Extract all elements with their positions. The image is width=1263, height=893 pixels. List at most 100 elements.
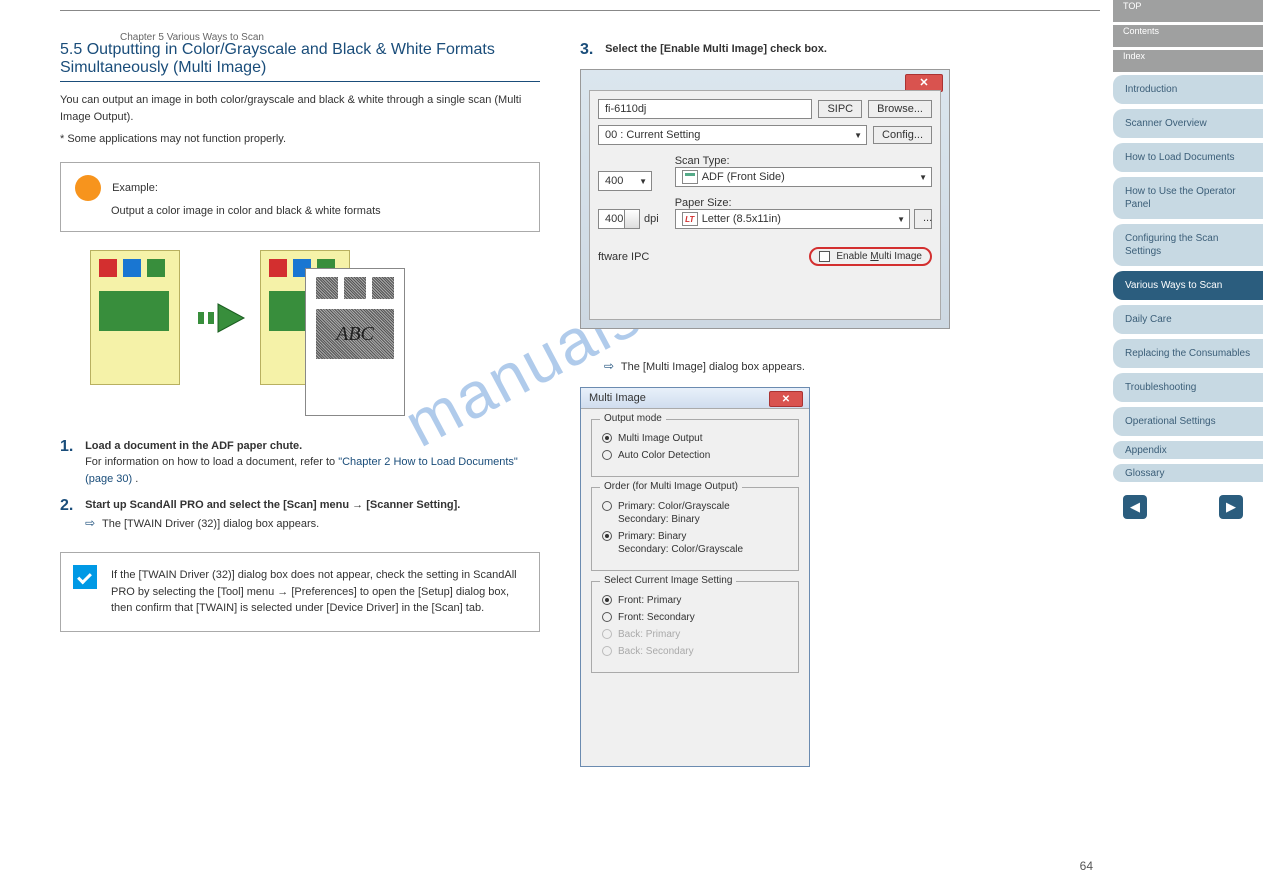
- radio-label: Multi Image Output: [618, 432, 702, 445]
- source-doc-icon: [90, 250, 180, 385]
- radio-label: Back: Primary: [618, 628, 680, 641]
- step-ref-post: .: [135, 473, 138, 485]
- scan-type-dropdown[interactable]: ADF (Front Side): [675, 167, 932, 187]
- step-number: 2.: [60, 497, 82, 515]
- sidebar-item-operational[interactable]: Operational Settings: [1113, 407, 1263, 436]
- scan-type-label: Scan Type:: [675, 155, 932, 167]
- radio-label: Back: Secondary: [618, 645, 694, 658]
- result-arrow-icon: ⇨: [85, 516, 95, 530]
- radio-auto-color-detection[interactable]: [602, 450, 612, 460]
- blue-square-icon: [123, 259, 141, 277]
- prev-page-button[interactable]: ◀: [1123, 495, 1147, 519]
- radio-label: Primary: Color/GrayscaleSecondary: Binar…: [618, 500, 730, 526]
- sidebar-item-various-scan[interactable]: Various Ways to Scan: [1113, 271, 1263, 300]
- sidebar-item-appendix[interactable]: Appendix: [1113, 441, 1263, 459]
- sidebar-tab-top[interactable]: TOP: [1113, 0, 1263, 22]
- step-text: Select the [Enable Multi Image] check bo…: [605, 43, 827, 55]
- enable-multi-image-label: Enable Multi Image: [836, 251, 922, 262]
- note-text: * Some applications may not function pro…: [60, 131, 540, 148]
- section-title: 5.5 Outputting in Color/Grayscale and Bl…: [60, 41, 540, 82]
- enable-multi-image-highlight: Enable Multi Image: [809, 247, 932, 266]
- example-desc: Output a color image in color and black …: [111, 205, 525, 217]
- red-square-icon: [269, 259, 287, 277]
- sidebar-item-glossary[interactable]: Glossary: [1113, 464, 1263, 482]
- group-title: Select Current Image Setting: [600, 575, 736, 586]
- sidebar-item-scan-settings[interactable]: Configuring the Scan Settings: [1113, 224, 1263, 266]
- green-bar-icon: [99, 291, 169, 331]
- setting-dropdown[interactable]: 00 : Current Setting: [598, 125, 867, 145]
- radio-primary-color[interactable]: [602, 501, 612, 511]
- paper-size-dropdown[interactable]: LT Letter (8.5x11in): [675, 209, 910, 229]
- multi-image-diagram: ABC: [90, 250, 540, 420]
- sidebar-item-daily-care[interactable]: Daily Care: [1113, 305, 1263, 334]
- step-1: 1. Load a document in the ADF paper chut…: [60, 438, 540, 488]
- step-ref-pre: For information on how to load a documen…: [85, 456, 338, 468]
- step-3-result: ⇨ The [Multi Image] dialog box appears.: [604, 359, 1060, 373]
- sidebar-item-consumables[interactable]: Replacing the Consumables: [1113, 339, 1263, 368]
- example-box: Example: Output a color image in color a…: [60, 162, 540, 232]
- sidebar-item-troubleshooting[interactable]: Troubleshooting: [1113, 373, 1263, 402]
- scanner-name-field: fi-6110dj: [598, 99, 812, 119]
- paper-more-button[interactable]: ...: [914, 209, 932, 229]
- next-page-button[interactable]: ▶: [1219, 495, 1243, 519]
- sidebar-tab-contents[interactable]: Contents: [1113, 25, 1263, 47]
- sidebar-item-introduction[interactable]: Introduction: [1113, 75, 1263, 104]
- resolution-dropdown[interactable]: 400: [598, 171, 652, 191]
- radio-front-secondary[interactable]: [602, 612, 612, 622]
- radio-primary-binary[interactable]: [602, 531, 612, 541]
- config-button[interactable]: Config...: [873, 126, 932, 144]
- twain-driver-screenshot: ✕ fi-6110dj SIPC Browse... 00 : Current …: [580, 69, 950, 329]
- radio-back-secondary: [602, 646, 612, 656]
- radio-label: Front: Secondary: [618, 611, 695, 624]
- green-square-icon: [147, 259, 165, 277]
- hint-text: If the [TWAIN Driver (32)] dialog box do…: [111, 569, 517, 614]
- radio-label: Front: Primary: [618, 594, 681, 607]
- dpi-label: dpi: [644, 213, 659, 225]
- step-number: 1.: [60, 438, 82, 456]
- step-number: 3.: [580, 41, 602, 59]
- select-current-group: Select Current Image Setting Front: Prim…: [591, 581, 799, 673]
- check-icon: [73, 565, 97, 589]
- gray-square-icon: [316, 277, 338, 299]
- group-title: Output mode: [600, 413, 666, 424]
- dpi-spinner[interactable]: 400: [598, 209, 640, 229]
- sidebar-item-operator-panel[interactable]: How to Use the Operator Panel: [1113, 177, 1263, 219]
- arrow-icon: [198, 300, 248, 339]
- intro-text: You can output an image in both color/gr…: [60, 92, 540, 125]
- browse-button[interactable]: Browse...: [868, 100, 932, 118]
- sipc-button[interactable]: SIPC: [818, 100, 862, 118]
- step-3: 3. Select the [Enable Multi Image] check…: [580, 41, 1060, 59]
- paper-size-value: Letter (8.5x11in): [702, 213, 781, 225]
- sidebar-tab-index[interactable]: Index: [1113, 50, 1263, 72]
- page-number: 64: [1080, 859, 1093, 873]
- group-title: Order (for Multi Image Output): [600, 481, 742, 492]
- top-rule: [60, 10, 1100, 11]
- step-result: The [TWAIN Driver (32)] dialog box appea…: [102, 518, 319, 530]
- letter-icon: LT: [682, 212, 698, 226]
- example-bullet-icon: [75, 175, 101, 201]
- bw-output-icon: ABC: [305, 268, 405, 416]
- sidebar-item-overview[interactable]: Scanner Overview: [1113, 109, 1263, 138]
- radio-front-primary[interactable]: [602, 595, 612, 605]
- chapter-label: Chapter 5 Various Ways to Scan: [120, 32, 264, 43]
- abc-bar: ABC: [316, 309, 394, 359]
- dialog-title: Multi Image ✕: [581, 388, 809, 409]
- output-mode-group: Output mode Multi Image Output Auto Colo…: [591, 419, 799, 477]
- gray-square-icon: [372, 277, 394, 299]
- paper-size-label: Paper Size:: [675, 197, 932, 209]
- step-text: Start up ScandAll PRO and select the [Sc…: [85, 499, 460, 511]
- radio-back-primary: [602, 629, 612, 639]
- close-icon[interactable]: ✕: [769, 391, 803, 407]
- adf-icon: [682, 170, 698, 184]
- step-result-text: The [Multi Image] dialog box appears.: [621, 361, 805, 373]
- gray-square-icon: [344, 277, 366, 299]
- software-ipc-label: ftware IPC: [598, 251, 649, 263]
- hint-box: If the [TWAIN Driver (32)] dialog box do…: [60, 552, 540, 632]
- sidebar: TOP Contents Index Introduction Scanner …: [1113, 0, 1263, 519]
- example-label: Example:: [112, 182, 158, 194]
- enable-multi-image-checkbox[interactable]: [819, 251, 830, 262]
- sidebar-item-load-documents[interactable]: How to Load Documents: [1113, 143, 1263, 172]
- result-arrow-icon: ⇨: [604, 359, 614, 373]
- multi-image-dialog-screenshot: Multi Image ✕ Output mode Multi Image Ou…: [580, 387, 810, 767]
- radio-multi-image-output[interactable]: [602, 433, 612, 443]
